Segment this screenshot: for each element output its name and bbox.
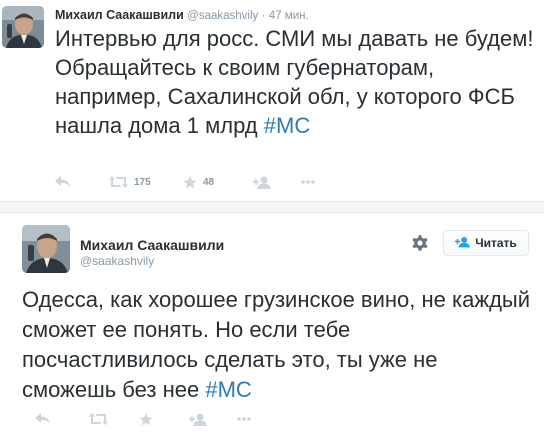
reply-button[interactable] <box>55 176 109 188</box>
tweet-actions: 175 48 <box>55 174 315 190</box>
follow-icon <box>253 176 271 189</box>
tweet-actions <box>35 411 251 427</box>
author-name[interactable]: Михаил Саакашвили <box>55 8 184 22</box>
follow-icon <box>455 236 475 251</box>
author-avatar[interactable] <box>22 225 70 273</box>
follow-button-label: Читать <box>475 236 517 250</box>
follow-icon <box>189 413 207 426</box>
retweet-button[interactable]: 175 <box>109 176 183 188</box>
hashtag-link[interactable]: #МС <box>205 377 251 402</box>
tweet-text-body: Одесса, как хорошее грузинское вино, не … <box>22 287 531 402</box>
author-handle[interactable]: @saakashvily <box>80 254 154 268</box>
favorite-icon <box>139 412 153 426</box>
follow-action-button[interactable] <box>253 176 301 189</box>
reply-button[interactable] <box>35 413 89 425</box>
tweet-1: Михаил Саакашвили @saakashvily · 47 мин.… <box>0 0 544 200</box>
favorite-button[interactable] <box>139 412 189 426</box>
tweet-text: Одесса, как хорошее грузинское вино, не … <box>22 285 532 405</box>
tweet-header: Михаил Саакашвили @saakashvily · 47 мин. <box>55 8 309 22</box>
follow-button[interactable]: Читать <box>443 230 529 256</box>
tweet-timestamp[interactable]: 47 мин. <box>269 10 309 22</box>
more-icon <box>237 417 251 421</box>
tweet-text: Интервью для росс. СМИ мы давать не буде… <box>55 24 535 140</box>
retweet-button[interactable] <box>89 413 139 425</box>
reply-icon <box>55 176 71 188</box>
retweet-icon <box>109 176 128 188</box>
gear-icon[interactable] <box>411 234 429 252</box>
favorite-count: 48 <box>203 176 215 188</box>
hashtag-link[interactable]: #МС <box>264 113 310 138</box>
tweet-2: Михаил Саакашвили @saakashvily Читать Од… <box>0 213 544 441</box>
follow-action-button[interactable] <box>189 413 237 426</box>
more-button[interactable] <box>301 180 315 184</box>
author-avatar[interactable] <box>2 6 44 48</box>
favorite-icon <box>183 175 197 189</box>
header-separator: · <box>261 10 266 22</box>
favorite-button[interactable]: 48 <box>183 175 253 189</box>
retweet-icon <box>89 413 108 425</box>
reply-icon <box>35 413 51 425</box>
more-button[interactable] <box>237 417 251 421</box>
author-name[interactable]: Михаил Саакашвили <box>80 237 224 253</box>
tweet-separator <box>0 201 544 213</box>
author-handle[interactable]: @saakashvily <box>187 10 258 22</box>
retweet-count: 175 <box>134 176 151 188</box>
more-icon <box>301 180 315 184</box>
